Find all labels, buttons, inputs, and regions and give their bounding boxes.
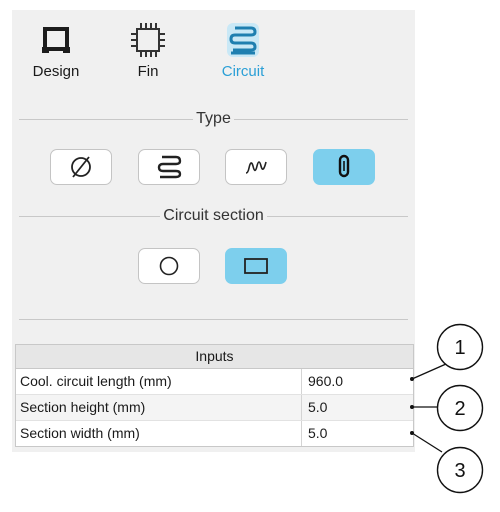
- callout-number-1: 1: [454, 337, 465, 359]
- callout-leader-1: [411, 363, 447, 380]
- callout-anchor-1: [410, 377, 414, 381]
- callout-annotations: 1 2 3: [410, 323, 484, 494]
- callout-number-3: 3: [454, 460, 465, 482]
- callout-number-2: 2: [454, 398, 465, 420]
- callout-leader-3: [411, 432, 443, 453]
- callout-anchor-3: [410, 431, 414, 435]
- callout-anchor-2: [410, 405, 414, 409]
